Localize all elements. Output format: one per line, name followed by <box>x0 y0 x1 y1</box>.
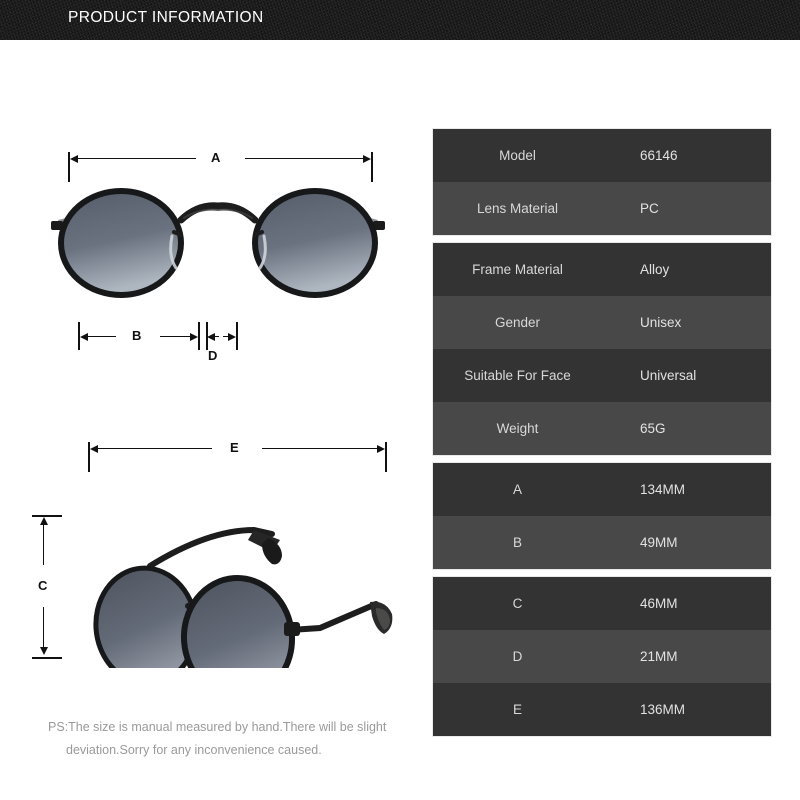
spec-key: Frame Material <box>472 262 563 277</box>
spec-row: Frame Material Alloy <box>433 243 771 296</box>
spec-key: D <box>512 649 523 664</box>
dimension-c-arrowhead-bottom <box>39 647 48 655</box>
sunglasses-front-view <box>51 188 385 298</box>
spec-row: E 136MM <box>433 683 771 736</box>
spec-value: Universal <box>640 368 697 383</box>
dimension-a-shaft-left <box>76 158 196 160</box>
footnote: PS:The size is manual measured by hand.T… <box>48 716 418 762</box>
spec-key: Suitable For Face <box>464 368 571 383</box>
dimension-b-tick-right <box>198 322 200 350</box>
spec-value: Unisex <box>640 315 682 330</box>
dimension-e-shaft-right <box>262 448 379 450</box>
footnote-line-1: PS:The size is manual measured by hand.T… <box>48 720 387 734</box>
spec-row: Weight 65G <box>433 402 771 455</box>
spec-value: 46MM <box>640 596 678 611</box>
spec-key: B <box>512 535 522 550</box>
spec-row: Suitable For Face Universal <box>433 349 771 402</box>
spec-value: 134MM <box>640 482 686 497</box>
dimension-d-arrowhead-right <box>228 332 236 341</box>
spec-row: A 134MM <box>433 463 771 516</box>
dimension-b-label: B <box>132 328 142 343</box>
dimension-c-label: C <box>38 578 48 593</box>
dimension-e-arrowhead-right <box>377 444 385 453</box>
spec-row: Model 66146 <box>433 129 771 182</box>
spec-row: C 46MM <box>433 577 771 630</box>
spec-value: 65G <box>640 421 666 436</box>
spec-value: 21MM <box>640 649 678 664</box>
dimension-e-arrowhead-left <box>90 444 98 453</box>
dimension-b-arrowhead-left <box>80 332 88 341</box>
spec-key: Model <box>499 148 536 163</box>
dimension-c-shaft-bottom <box>43 607 45 649</box>
sunglasses-angled-view <box>93 526 393 668</box>
spec-key: C <box>512 596 523 611</box>
spec-table: Model 66146 Lens Material PC Frame Material A… <box>432 128 772 743</box>
spec-key: Gender <box>494 315 541 330</box>
spec-key: Lens Material <box>476 201 559 216</box>
spec-value: 66146 <box>640 148 678 163</box>
spec-group: Model 66146 Lens Material PC <box>432 128 772 236</box>
spec-value: Alloy <box>640 262 670 277</box>
spec-value: 136MM <box>640 702 686 717</box>
dimension-a-label: A <box>211 150 221 165</box>
page-title: PRODUCT INFORMATION <box>68 9 264 26</box>
spec-row: D 21MM <box>433 630 771 683</box>
spec-value: PC <box>640 201 659 216</box>
spec-group: C 46MM D 21MM E 136MM <box>432 576 772 737</box>
dimension-a-arrowhead-right <box>363 154 371 163</box>
spec-row: B 49MM <box>433 516 771 569</box>
dimension-a-arrowhead-left <box>70 154 78 163</box>
footnote-line-2: deviation.Sorry for any inconvenience ca… <box>66 743 322 757</box>
dimension-e-shaft-left <box>96 448 212 450</box>
dimension-b-arrowhead-right <box>190 332 198 341</box>
spec-group: A 134MM B 49MM <box>432 462 772 570</box>
spec-row: Lens Material PC <box>433 182 771 235</box>
dimension-d-arrowhead-left <box>207 332 215 341</box>
spec-group: Frame Material Alloy Gender Unisex Suitable … <box>432 242 772 456</box>
dimension-e-label: E <box>230 440 239 455</box>
dimension-c-arrowhead-top <box>39 517 48 525</box>
header-band: PRODUCT INFORMATION <box>0 0 800 40</box>
dimension-e-tick-right <box>385 442 387 472</box>
spec-value: 49MM <box>640 535 678 550</box>
dimension-b-shaft-left <box>86 336 116 338</box>
dimension-d-tick-right <box>236 322 238 350</box>
dimension-a-tick-right <box>371 152 373 182</box>
spec-row: Gender Unisex <box>433 296 771 349</box>
dimension-b-shaft-right <box>160 336 192 338</box>
dimension-d-label: D <box>208 348 218 363</box>
diagram-pane: A B D E C PS:The size is manual measured… <box>0 40 430 800</box>
spec-key: Weight <box>496 421 539 436</box>
spec-key: E <box>512 702 522 717</box>
dimension-c-shaft-top <box>43 523 45 565</box>
dimension-a-shaft-right <box>245 158 365 160</box>
spec-key: A <box>512 482 522 497</box>
